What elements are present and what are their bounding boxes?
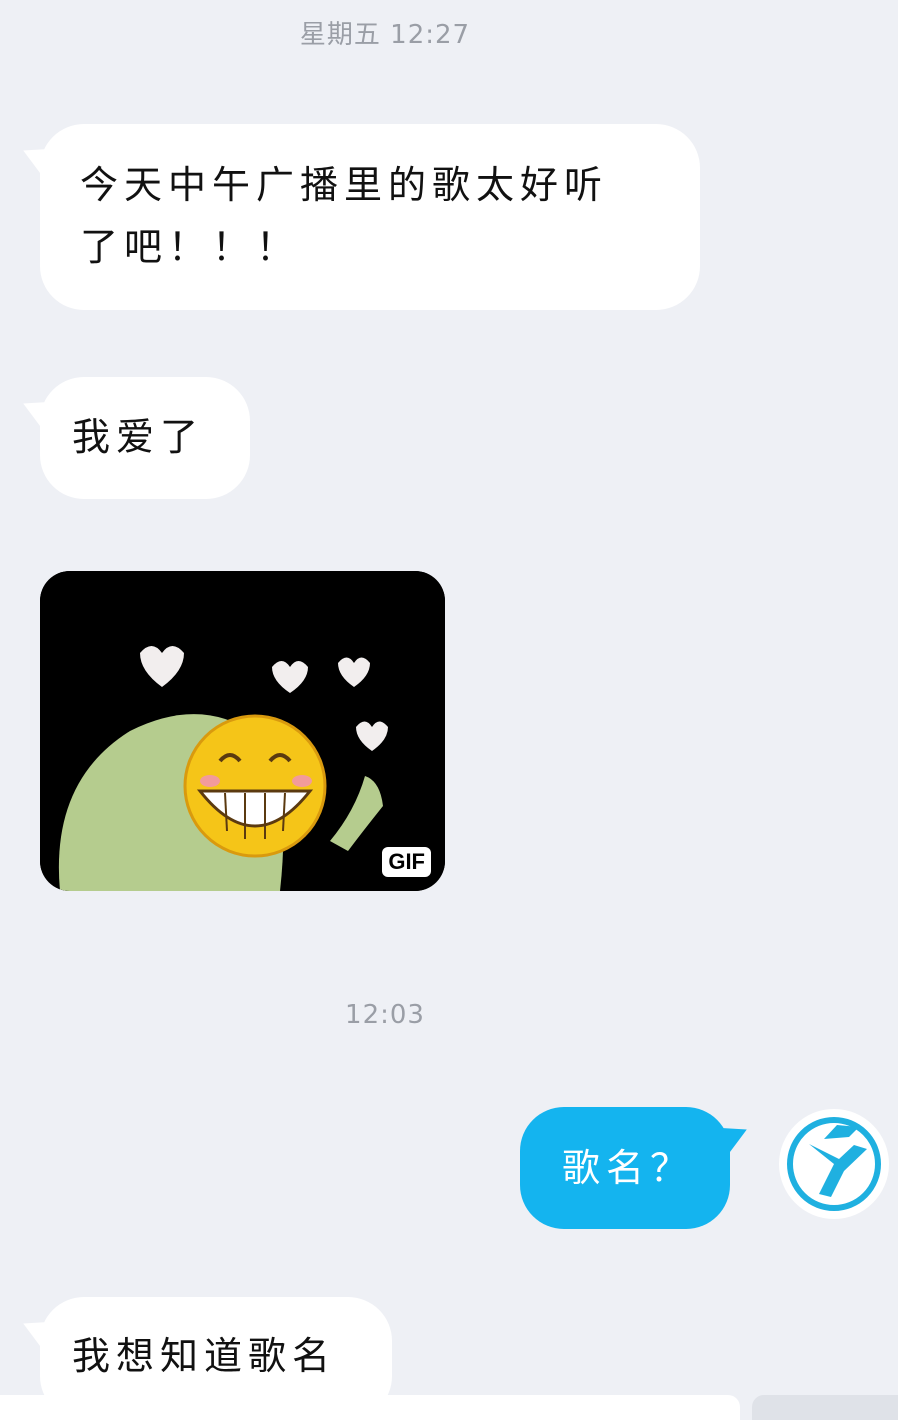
user-avatar[interactable]: [779, 1109, 889, 1219]
message-text-line2: 了吧！！！: [80, 225, 301, 269]
message-input-bar[interactable]: [0, 1395, 740, 1420]
gif-sticker-message[interactable]: GIF: [40, 571, 445, 891]
send-button[interactable]: [752, 1395, 898, 1420]
message-text: 我想知道歌名: [72, 1334, 337, 1378]
blue-logo-avatar-icon: [784, 1114, 884, 1214]
bubble-tail: [17, 137, 53, 175]
bubble-tail: [17, 390, 53, 428]
laughing-face-sticker-icon: [40, 571, 445, 891]
message-bubble-2[interactable]: 我爱了: [17, 377, 250, 499]
message-text-line1: 今天中午广播里的歌太好听: [80, 163, 609, 207]
timestamp-top: 星期五 12:27: [299, 20, 471, 50]
message-text: 我爱了: [72, 415, 205, 459]
outgoing-message-bubble[interactable]: 歌名？: [520, 1107, 753, 1229]
message-text: 歌名？: [562, 1146, 695, 1190]
gif-badge: GIF: [382, 847, 431, 877]
bubble-tail: [17, 1310, 53, 1348]
message-bubble-1[interactable]: 今天中午广播里的歌太好听 了吧！！！: [17, 124, 700, 310]
timestamp-middle: 12:03: [345, 1000, 425, 1030]
